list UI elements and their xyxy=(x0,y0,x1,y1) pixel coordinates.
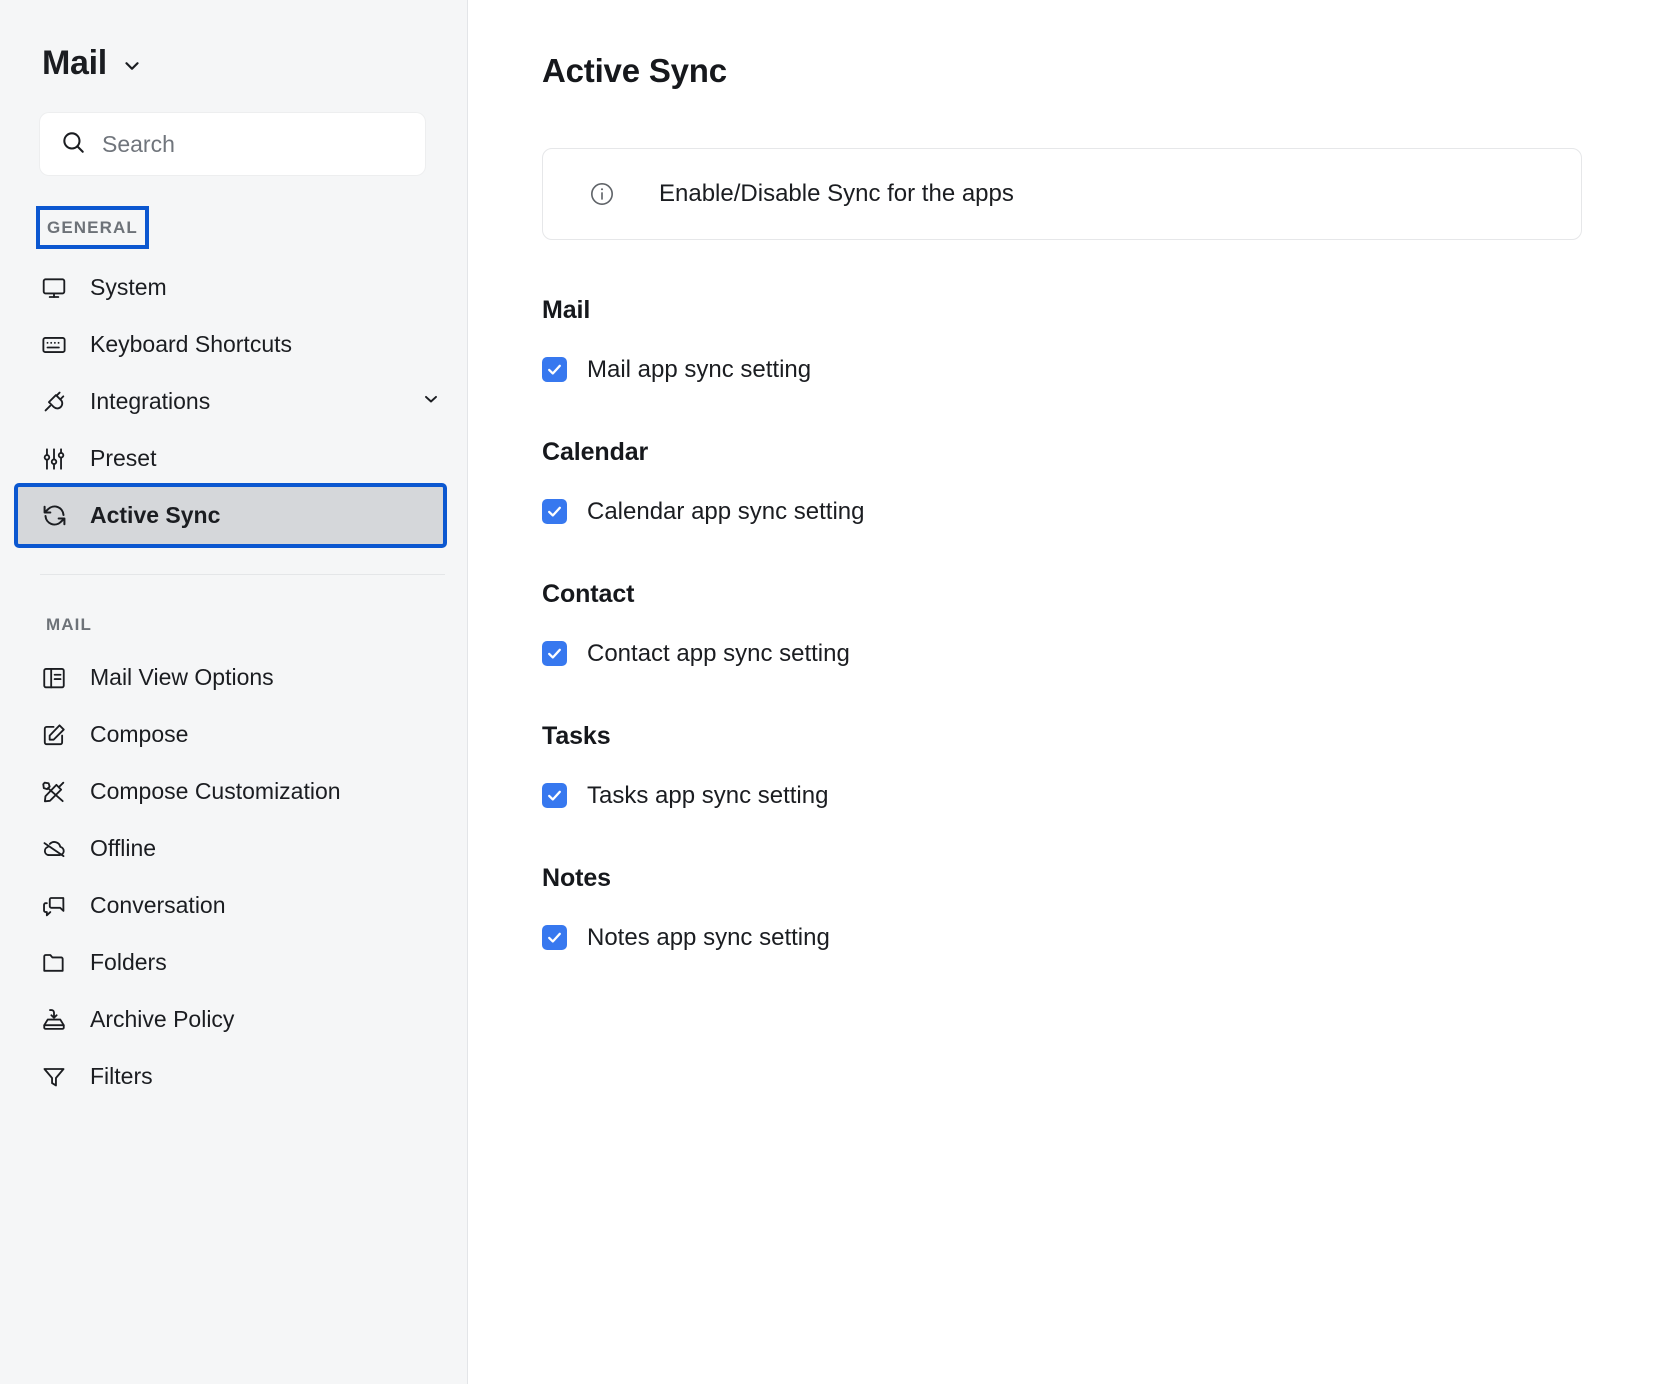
sidebar-item-label: Compose xyxy=(90,721,441,748)
wrench-pencil-icon xyxy=(40,778,68,806)
sidebar: Mail GENERAL System xyxy=(0,0,468,1384)
page-title: Active Sync xyxy=(542,52,1582,90)
folder-icon xyxy=(40,949,68,977)
archive-inbox-icon xyxy=(40,1006,68,1034)
sidebar-item-label: Keyboard Shortcuts xyxy=(90,331,441,358)
info-banner-text: Enable/Disable Sync for the apps xyxy=(659,180,1014,208)
funnel-icon xyxy=(40,1063,68,1091)
search-box[interactable] xyxy=(40,113,425,175)
group-title: Contact xyxy=(542,580,1582,609)
checkbox-checked-icon[interactable] xyxy=(542,499,567,524)
chevron-down-icon[interactable] xyxy=(121,55,143,77)
sidebar-section-mail-header: MAIL xyxy=(40,615,467,635)
sidebar-divider xyxy=(40,574,445,575)
sync-refresh-icon xyxy=(40,502,68,530)
sidebar-item-label: Preset xyxy=(90,445,441,472)
checkbox-checked-icon[interactable] xyxy=(542,357,567,382)
checkbox-label: Notes app sync setting xyxy=(587,926,830,950)
checkbox-label: Contact app sync setting xyxy=(587,642,850,666)
sidebar-item-compose-customization[interactable]: Compose Customization xyxy=(0,763,467,820)
checkbox-label: Tasks app sync setting xyxy=(587,784,828,808)
sidebar-item-label: Integrations xyxy=(90,388,399,415)
group-title: Mail xyxy=(542,296,1582,325)
settings-app: Mail GENERAL System xyxy=(0,0,1670,1384)
sidebar-item-label: Compose Customization xyxy=(90,778,441,805)
sidebar-section-general-header: GENERAL xyxy=(40,210,467,245)
chat-bubbles-icon xyxy=(40,892,68,920)
main-content: Active Sync Enable/Disable Sync for the … xyxy=(468,0,1670,1384)
sync-group-notes: Notes Notes app sync setting xyxy=(542,864,1582,950)
sliders-icon xyxy=(40,445,68,473)
sidebar-header[interactable]: Mail xyxy=(0,0,467,80)
checkbox-row-mail-app-sync[interactable]: Mail app sync setting xyxy=(542,357,811,382)
checkbox-checked-icon[interactable] xyxy=(542,783,567,808)
section-label-general: GENERAL xyxy=(40,210,145,245)
group-title: Notes xyxy=(542,864,1582,893)
cloud-off-icon xyxy=(40,835,68,863)
sidebar-item-mail-view-options[interactable]: Mail View Options xyxy=(0,649,467,706)
sidebar-item-active-sync[interactable]: Active Sync xyxy=(18,487,443,544)
sidebar-item-label: Offline xyxy=(90,835,441,862)
sidebar-item-system[interactable]: System xyxy=(0,259,467,316)
sidebar-nav-general: System Keyboard Shortcuts Integrations xyxy=(0,259,467,544)
sidebar-nav-mail: Mail View Options Compose Compose Custom… xyxy=(0,649,467,1105)
checkbox-row-notes-app-sync[interactable]: Notes app sync setting xyxy=(542,925,830,950)
pencil-square-icon xyxy=(40,721,68,749)
info-circle-icon xyxy=(589,181,615,207)
sidebar-item-archive-policy[interactable]: Archive Policy xyxy=(0,991,467,1048)
sync-group-tasks: Tasks Tasks app sync setting xyxy=(542,722,1582,808)
sidebar-item-label: Folders xyxy=(90,949,441,976)
sidebar-app-title: Mail xyxy=(42,46,107,80)
sidebar-item-conversation[interactable]: Conversation xyxy=(0,877,467,934)
sidebar-item-folders[interactable]: Folders xyxy=(0,934,467,991)
plug-icon xyxy=(40,388,68,416)
sidebar-item-keyboard-shortcuts[interactable]: Keyboard Shortcuts xyxy=(0,316,467,373)
search-icon xyxy=(60,129,86,160)
checkbox-label: Mail app sync setting xyxy=(587,358,811,382)
sidebar-item-integrations[interactable]: Integrations xyxy=(0,373,467,430)
sidebar-item-label: Mail View Options xyxy=(90,664,441,691)
sidebar-item-preset[interactable]: Preset xyxy=(0,430,467,487)
checkbox-row-tasks-app-sync[interactable]: Tasks app sync setting xyxy=(542,783,828,808)
sidebar-item-offline[interactable]: Offline xyxy=(0,820,467,877)
info-banner: Enable/Disable Sync for the apps xyxy=(542,148,1582,240)
checkbox-checked-icon[interactable] xyxy=(542,641,567,666)
sync-group-contact: Contact Contact app sync setting xyxy=(542,580,1582,666)
checkbox-row-contact-app-sync[interactable]: Contact app sync setting xyxy=(542,641,850,666)
layout-panel-icon xyxy=(40,664,68,692)
section-label-mail: MAIL xyxy=(40,615,98,635)
sidebar-item-filters[interactable]: Filters xyxy=(0,1048,467,1105)
sync-group-calendar: Calendar Calendar app sync setting xyxy=(542,438,1582,524)
sidebar-item-label: System xyxy=(90,274,441,301)
group-title: Tasks xyxy=(542,722,1582,751)
sidebar-item-label: Filters xyxy=(90,1063,441,1090)
group-title: Calendar xyxy=(542,438,1582,467)
monitor-icon xyxy=(40,274,68,302)
checkbox-label: Calendar app sync setting xyxy=(587,500,865,524)
sidebar-item-label: Active Sync xyxy=(90,502,417,529)
chevron-down-icon[interactable] xyxy=(421,389,441,414)
search-input[interactable] xyxy=(102,113,405,175)
sidebar-item-label: Conversation xyxy=(90,892,441,919)
sidebar-item-label: Archive Policy xyxy=(90,1006,441,1033)
sidebar-item-compose[interactable]: Compose xyxy=(0,706,467,763)
keyboard-icon xyxy=(40,331,68,359)
sync-group-mail: Mail Mail app sync setting xyxy=(542,296,1582,382)
checkbox-row-calendar-app-sync[interactable]: Calendar app sync setting xyxy=(542,499,865,524)
checkbox-checked-icon[interactable] xyxy=(542,925,567,950)
